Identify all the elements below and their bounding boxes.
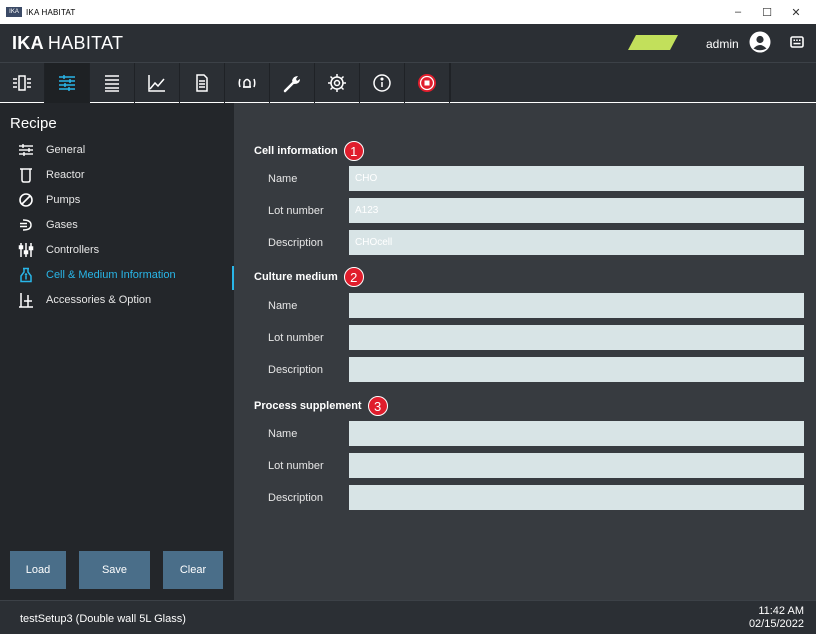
- cell-medium-form: Cell information 1 Name CHO Lot number A…: [234, 103, 816, 600]
- medium-lot-number-input[interactable]: [349, 325, 804, 350]
- tab-settings[interactable]: [315, 63, 360, 103]
- sidebar-item-label: Gases: [46, 219, 78, 231]
- tab-trends[interactable]: [135, 63, 180, 103]
- maximize-button[interactable]: ☐: [753, 0, 781, 24]
- connection-status-indicator: [628, 35, 678, 50]
- section-culture-medium: Culture medium 2: [254, 267, 364, 287]
- cell-description-input[interactable]: CHOcell: [349, 230, 804, 255]
- field-label: Description: [268, 237, 324, 249]
- section-number-badge: 3: [367, 396, 388, 416]
- sidebar-item-label: General: [46, 144, 86, 156]
- supplement-name-input[interactable]: [349, 421, 804, 446]
- section-title: Cell information: [254, 145, 338, 157]
- keyboard-icon[interactable]: [789, 34, 805, 50]
- main-toolbar: [0, 62, 816, 103]
- medium-name-input[interactable]: [349, 293, 804, 318]
- tab-list[interactable]: [90, 63, 135, 103]
- overview-icon: [13, 75, 31, 91]
- alarm-icon: [238, 78, 256, 88]
- field-label: Description: [268, 364, 324, 376]
- field-label: Lot number: [268, 460, 324, 472]
- brand-rest: HABITAT: [47, 32, 124, 53]
- section-cell-information: Cell information 1: [254, 141, 364, 161]
- sidebar-item-label: Cell & Medium Information: [46, 269, 176, 281]
- cell-name-input[interactable]: CHO: [349, 166, 804, 191]
- load-button[interactable]: Load: [10, 551, 66, 589]
- user-name: admin: [706, 37, 739, 51]
- section-number-badge: 1: [343, 141, 364, 161]
- clock: 11:42 AM 02/15/2022: [749, 605, 804, 631]
- window-titlebar: IKA IKA HABITAT – ☐ ✕: [0, 0, 816, 24]
- tab-alarms[interactable]: [225, 63, 270, 103]
- brand-bold: IKA: [12, 32, 44, 53]
- info-icon: [373, 74, 391, 92]
- field-label: Name: [268, 300, 298, 312]
- section-process-supplement: Process supplement 3: [254, 396, 388, 416]
- sidebar-item-label: Reactor: [46, 169, 85, 181]
- reactor-icon: [18, 167, 34, 183]
- cell-lot-number-input[interactable]: A123: [349, 198, 804, 223]
- user-icon[interactable]: [749, 31, 771, 53]
- brand-logo: IKA HABITAT: [12, 33, 123, 54]
- field-label: Lot number: [268, 332, 324, 344]
- sidebar-item-reactor[interactable]: Reactor: [0, 164, 234, 186]
- app-logo-icon: IKA: [6, 7, 22, 17]
- recipe-sidebar: Recipe General Reactor Pumps Gases Contr…: [0, 103, 234, 600]
- field-label: Description: [268, 492, 324, 504]
- toolbar-spacer: [450, 63, 816, 102]
- supplement-lot-number-input[interactable]: [349, 453, 804, 478]
- recipe-settings-icon: [59, 75, 75, 91]
- clock-time: 11:42 AM: [758, 605, 804, 617]
- tab-stop[interactable]: [405, 63, 450, 103]
- field-label: Lot number: [268, 205, 324, 217]
- sidebar-item-gases[interactable]: Gases: [0, 214, 234, 236]
- supplement-description-input[interactable]: [349, 485, 804, 510]
- medium-description-input[interactable]: [349, 357, 804, 382]
- sidebar-title: Recipe: [10, 115, 57, 132]
- minimize-button[interactable]: –: [724, 0, 752, 24]
- clear-button[interactable]: Clear: [163, 551, 223, 589]
- flask-icon: [18, 267, 34, 283]
- accessories-icon: [18, 292, 34, 308]
- app-header: IKA HABITAT admin: [0, 24, 816, 62]
- sidebar-item-cell-medium[interactable]: Cell & Medium Information: [0, 264, 234, 290]
- sidebar-item-label: Accessories & Option: [46, 294, 152, 306]
- sidebar-item-accessories[interactable]: Accessories & Option: [0, 289, 234, 311]
- window-title: IKA HABITAT: [26, 7, 76, 17]
- sidebar-item-label: Controllers: [46, 244, 100, 256]
- sidebar-item-controllers[interactable]: Controllers: [0, 239, 234, 261]
- sidebar-item-pumps[interactable]: Pumps: [0, 189, 234, 211]
- wrench-icon: [283, 76, 300, 93]
- tab-info[interactable]: [360, 63, 405, 103]
- tab-recipe[interactable]: [45, 63, 90, 103]
- section-title: Culture medium: [254, 271, 338, 283]
- pump-icon: [18, 192, 34, 208]
- setup-name: testSetup3 (Double wall 5L Glass): [20, 613, 186, 625]
- section-number-badge: 2: [343, 267, 364, 287]
- chart-icon: [148, 75, 165, 92]
- sliders-icon: [18, 142, 34, 158]
- sidebar-item-general[interactable]: General: [0, 139, 234, 161]
- tab-documents[interactable]: [180, 63, 225, 103]
- controllers-icon: [18, 242, 34, 258]
- clock-date: 02/15/2022: [748, 618, 804, 630]
- section-title: Process supplement: [254, 400, 362, 412]
- field-label: Name: [268, 428, 298, 440]
- document-icon: [196, 74, 208, 92]
- gas-icon: [18, 217, 34, 233]
- sidebar-item-label: Pumps: [46, 194, 81, 206]
- gear-icon: [328, 74, 346, 92]
- field-label: Name: [268, 173, 298, 185]
- tab-tools[interactable]: [270, 63, 315, 103]
- status-bar: testSetup3 (Double wall 5L Glass) 11:42 …: [0, 600, 816, 634]
- save-button[interactable]: Save: [79, 551, 150, 589]
- tab-overview[interactable]: [0, 63, 45, 103]
- list-icon: [105, 75, 119, 92]
- close-button[interactable]: ✕: [782, 0, 810, 24]
- stop-icon: [418, 74, 436, 92]
